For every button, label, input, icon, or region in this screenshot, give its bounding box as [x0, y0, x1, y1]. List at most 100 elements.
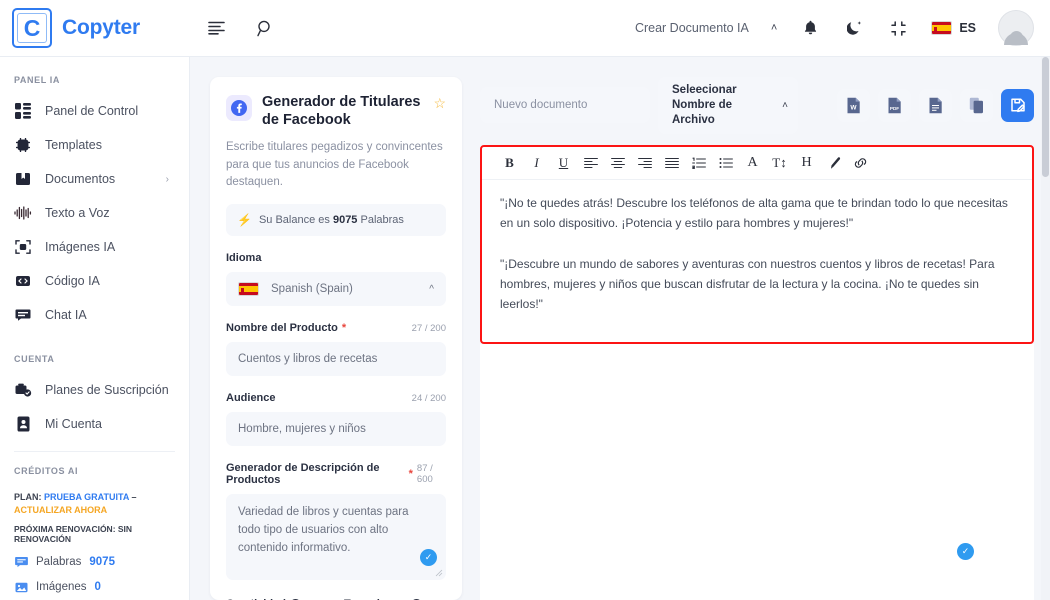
language-selector[interactable]: ES [931, 21, 976, 35]
export-word-button[interactable]: W [837, 89, 870, 122]
underline-icon[interactable]: U [550, 149, 577, 176]
menu-icon[interactable] [206, 17, 228, 39]
product-name-counter: 27 / 200 [412, 323, 446, 334]
images-icon [14, 580, 28, 594]
language-code: ES [959, 21, 976, 35]
meter-images: Imágenes 0 [14, 580, 175, 594]
audience-input[interactable]: Hombre, mujeres y niños [226, 412, 446, 446]
export-pdf-button[interactable]: PDF [878, 89, 911, 122]
heading-icon[interactable]: H [793, 149, 820, 176]
editor-format-toolbar: B I U [482, 147, 1032, 180]
sidebar-item-label: Chat IA [45, 308, 87, 322]
audience-label-text: Audience [226, 392, 276, 404]
save-document-button[interactable] [1001, 89, 1034, 122]
italic-icon[interactable]: I [523, 149, 550, 176]
editor-content[interactable]: "¡No te quedes atrás! Descubre los teléf… [482, 180, 1032, 329]
sidebar-item-codigo-ia[interactable]: Código IA [0, 264, 189, 298]
waveform-icon [14, 204, 32, 222]
plan-prefix: PLAN: [14, 492, 42, 502]
spain-flag-icon [238, 282, 259, 296]
chevron-up-icon[interactable]: ˄ [771, 22, 777, 34]
description-value: Variedad de libros y cuentas para todo t… [238, 506, 408, 554]
sidebar: PANEL IA Panel de Control [0, 57, 190, 600]
sidebar-item-templates[interactable]: Templates [0, 128, 189, 162]
search-icon[interactable] [254, 17, 276, 39]
sidebar-item-planes-de-suscripcion[interactable]: Planes de Suscripción [0, 373, 189, 407]
bold-icon[interactable]: B [496, 149, 523, 176]
resize-grip-icon[interactable] [435, 569, 443, 577]
documents-icon [14, 170, 32, 188]
font-family-icon[interactable]: A [739, 149, 766, 176]
template-header: Generador de Titulares de Facebook ☆ [226, 93, 446, 129]
collapse-icon[interactable] [887, 17, 909, 39]
sidebar-item-label: Imágenes IA [45, 240, 115, 254]
sidebar-item-texto-a-voz[interactable]: Texto a Voz [0, 196, 189, 230]
brand-logo[interactable]: C Copyter [0, 8, 190, 48]
sidebar-item-label: Panel de Control [45, 104, 138, 118]
description-textarea[interactable]: Variedad de libros y cuentas para todo t… [226, 494, 446, 580]
align-center-icon[interactable] [604, 149, 631, 176]
file-name-select[interactable]: Seleecionar Nombre de Archivo ˄ [658, 77, 798, 134]
sidebar-section-panel: PANEL IA [0, 71, 189, 94]
account-card-icon [14, 415, 32, 433]
meter-value: 0 [95, 581, 101, 593]
sidebar-item-label: Documentos [45, 172, 115, 186]
create-document-button[interactable]: Crear Documento IA [635, 21, 749, 35]
editor-column: Nuevo documento Seleecionar Nombre de Ar… [480, 77, 1034, 600]
avatar[interactable] [998, 10, 1034, 46]
meter-value: 9075 [89, 556, 115, 568]
chevron-up-icon[interactable]: ˄ [782, 99, 788, 112]
audience-counter: 24 / 200 [412, 393, 446, 404]
plan-line: PLAN: PRUEBA GRATUITA – ACTUALIZAR AHORA [14, 491, 175, 517]
document-name-input[interactable]: Nuevo documento [480, 87, 650, 123]
dashboard-icon [14, 102, 32, 120]
ai-chip-icon [14, 136, 32, 154]
logo-letter: C [24, 17, 41, 40]
font-size-icon[interactable]: T↕ [766, 149, 793, 176]
sidebar-item-label: Mi Cuenta [45, 417, 102, 431]
export-text-button[interactable] [919, 89, 952, 122]
meter-words: Palabras 9075 [14, 555, 175, 569]
product-name-input[interactable]: Cuentos y libros de recetas [226, 342, 446, 376]
page-title: Generador de Titulares de Facebook [262, 93, 423, 129]
page-scrollbar[interactable] [1041, 57, 1050, 600]
bolt-icon: ⚡ [237, 213, 252, 227]
language-select-value: Spanish (Spain) [271, 283, 353, 295]
link-icon[interactable] [847, 149, 874, 176]
editor-paragraph: "¡No te quedes atrás! Descubre los teléf… [500, 194, 1014, 234]
chevron-right-icon[interactable]: › [166, 174, 169, 185]
ordered-list-icon[interactable] [685, 149, 712, 176]
star-icon[interactable]: ☆ [433, 95, 446, 112]
align-left-icon[interactable] [577, 149, 604, 176]
image-capture-icon [14, 238, 32, 256]
main-content: Generador de Titulares de Facebook ☆ Esc… [190, 57, 1050, 600]
plan-dash: – [132, 492, 137, 502]
editor-lower-pane: ✓ [480, 344, 1034, 600]
plan-value: PRUEBA GRATUITA [44, 492, 129, 502]
language-select[interactable]: Spanish (Spain) ^ [226, 272, 446, 306]
copy-button[interactable] [960, 89, 993, 122]
align-justify-icon[interactable] [658, 149, 685, 176]
bell-icon[interactable] [799, 17, 821, 39]
sidebar-item-mi-cuenta[interactable]: Mi Cuenta [0, 407, 189, 441]
product-name-value: Cuentos y libros de recetas [238, 353, 377, 365]
description-counter: 87 / 600 [417, 463, 446, 485]
sidebar-item-chat-ia[interactable]: Chat IA [0, 298, 189, 332]
align-right-icon[interactable] [631, 149, 658, 176]
moon-icon[interactable] [843, 17, 865, 39]
balance-text: Su Balance es 9075 Palabras [259, 214, 404, 226]
brand-name: Copyter [62, 16, 140, 40]
sidebar-item-imagenes-ia[interactable]: Imágenes IA [0, 230, 189, 264]
balance-value: 9075 [333, 214, 357, 226]
app-root: C Copyter Crear Documento IA ˄ [0, 0, 1050, 600]
spain-flag-icon [931, 21, 952, 35]
sidebar-item-panel-de-control[interactable]: Panel de Control [0, 94, 189, 128]
plan-upgrade-link[interactable]: ACTUALIZAR AHORA [14, 505, 107, 515]
sidebar-item-documentos[interactable]: Documentos › [0, 162, 189, 196]
subscription-icon [14, 381, 32, 399]
document-toolbar: Nuevo documento Seleecionar Nombre de Ar… [480, 77, 1034, 134]
scrollbar-thumb[interactable] [1042, 57, 1049, 177]
chevron-up-icon[interactable]: ^ [429, 284, 434, 295]
highlight-icon[interactable] [820, 149, 847, 176]
unordered-list-icon[interactable] [712, 149, 739, 176]
